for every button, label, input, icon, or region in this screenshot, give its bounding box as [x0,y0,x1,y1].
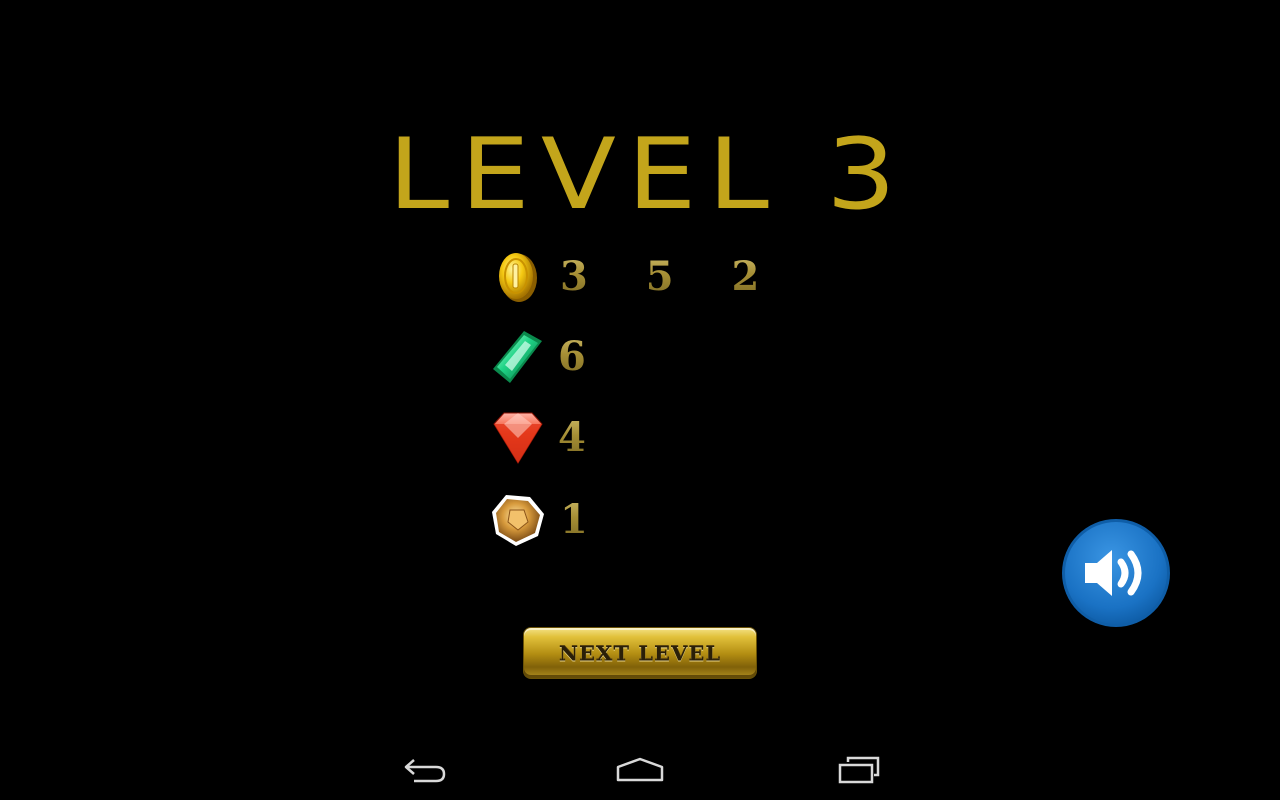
stat-row-rubies: 4 [488,408,628,468]
recent-apps-icon [838,756,880,784]
next-level-label: NEXT LEVEL [558,641,722,665]
coin-count: 3 5 2 [560,247,781,307]
sound-toggle-button[interactable] [1061,518,1171,628]
home-icon [616,757,664,782]
level-complete-screen: LEVEL 3 3 5 2 6 4 1 NEXT LEVEL [0,0,1280,800]
red-ruby-icon [493,412,543,464]
gold-coin-icon [499,253,537,302]
green-emerald-icon [493,331,542,383]
stat-row-coins: 3 5 2 [488,247,759,307]
amber-count: 1 [560,490,588,550]
home-button[interactable] [608,750,672,790]
level-title: LEVEL 3 [388,118,908,232]
amber-gem-icon [492,495,544,546]
stat-row-amber: 1 [488,490,628,550]
recent-apps-button[interactable] [826,750,890,790]
next-level-button[interactable]: NEXT LEVEL [524,628,756,678]
back-button[interactable] [392,750,456,790]
ruby-count: 4 [558,408,586,468]
emerald-count: 6 [558,327,586,387]
back-arrow-icon [404,759,446,783]
speaker-volume-icon [1062,519,1170,627]
stat-row-emeralds: 6 [488,327,628,387]
system-navigation-bar [0,740,1280,800]
